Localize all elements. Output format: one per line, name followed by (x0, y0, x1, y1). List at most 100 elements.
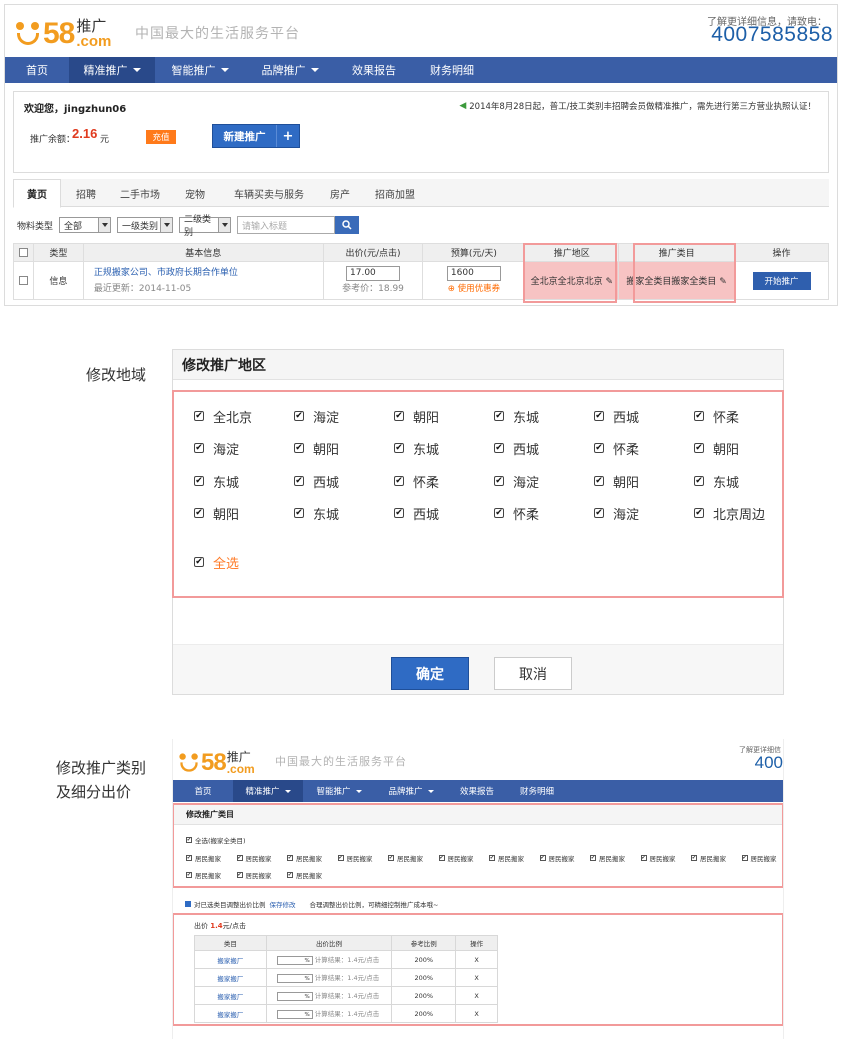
select-all-regions[interactable]: ✔ 全选 (194, 554, 239, 572)
nav-precise[interactable]: 精准推广 (69, 57, 155, 83)
nav-home[interactable]: 首页 (5, 57, 69, 83)
category-link[interactable]: 搬家搬厂 (194, 1004, 267, 1023)
region-checkbox[interactable]: ✔ 东城 (294, 505, 339, 523)
region-checkbox[interactable]: ✔ 东城 (194, 473, 239, 491)
bid-input[interactable]: 17.00 (346, 265, 400, 281)
nav-report[interactable]: 效果报告 (335, 57, 413, 83)
category-checkbox[interactable]: ✔ 居民搬家 (337, 853, 373, 863)
region-checkbox[interactable]: ✔ 朝阳 (694, 440, 739, 458)
recharge-button[interactable]: 充值 (146, 130, 176, 144)
search-button[interactable] (335, 216, 360, 234)
coupon-link[interactable]: ⊕ 使用优惠券 (423, 281, 524, 297)
category-checkbox[interactable]: ✔ 居民搬家 (236, 853, 272, 863)
region-checkbox[interactable]: ✔ 西城 (294, 473, 339, 491)
region-checkbox[interactable]: ✔ 海淀 (294, 408, 339, 426)
nav-finance[interactable]: 财务明细 (507, 780, 567, 802)
delete-x-icon[interactable]: X (455, 968, 498, 987)
category-checkbox[interactable]: ✔ 居民搬家 (438, 853, 474, 863)
tab-realestate[interactable]: 房产 (317, 179, 363, 207)
region-checkbox[interactable]: ✔ 西城 (494, 440, 539, 458)
category-checkbox[interactable]: ✔ 居民搬家 (388, 853, 423, 863)
chevron-down-icon (284, 789, 291, 793)
region-checkbox[interactable]: ✔ 朝阳 (594, 473, 639, 491)
category-checkbox[interactable]: ✔ 居民搬家 (741, 853, 777, 863)
nav-finance[interactable]: 财务明细 (413, 57, 491, 83)
select-all-checkbox[interactable] (18, 247, 28, 257)
region-checkbox[interactable]: ✔ 东城 (494, 408, 539, 426)
region-checkbox[interactable]: ✔ 朝阳 (394, 408, 439, 426)
category-link[interactable]: 搬家搬厂 (194, 968, 267, 987)
new-promo-button[interactable]: 新建推广 + (212, 124, 300, 148)
category-checkbox[interactable]: ✔ 居民搬家 (489, 853, 524, 863)
cat2-select[interactable]: 二级类别 (179, 215, 232, 238)
nav-home[interactable]: 首页 (173, 780, 233, 802)
category-checkbox[interactable]: ✔ 居民搬家 (539, 853, 575, 863)
category-checkbox[interactable]: ✔ 居民搬家 (287, 870, 322, 880)
region-checkbox[interactable]: ✔ 北京周边 (694, 505, 765, 523)
category-checkbox[interactable]: ✔ 居民搬家 (186, 870, 221, 880)
chevron-down-icon (355, 789, 362, 793)
ratio-input[interactable]: % (276, 991, 313, 1001)
cancel-button[interactable]: 取消 (494, 657, 572, 690)
filter-label: 物料类型 (17, 221, 54, 232)
nav-brand[interactable]: 品牌推广 (245, 57, 335, 83)
cat1-select[interactable]: 一级类别 (117, 217, 174, 233)
category-checkbox[interactable]: ✔ 居民搬家 (236, 870, 272, 880)
nav-report[interactable]: 效果报告 (447, 780, 507, 802)
checkbox-checked-icon[interactable] (185, 901, 191, 907)
region-checkbox[interactable]: ✔ 东城 (394, 440, 439, 458)
category-tabs: 黄页 招聘 二手市场 宠物 车辆买卖与服务 房产 招商加盟 (13, 179, 829, 208)
tab-vehicles[interactable]: 车辆买卖与服务 (221, 179, 317, 207)
category-checkbox[interactable]: ✔ 居民搬家 (691, 853, 726, 863)
delete-x-icon[interactable]: X (455, 950, 498, 969)
ratio-input[interactable]: % (276, 973, 313, 983)
start-promo-button[interactable]: 开始推广 (752, 271, 811, 290)
category-checkbox[interactable]: ✔ 居民搬家 (590, 853, 625, 863)
nav-precise[interactable]: 精准推广 (233, 780, 303, 802)
type-select[interactable]: 全部 (59, 217, 112, 233)
tab-jobs[interactable]: 招聘 (61, 179, 111, 207)
region-checkbox[interactable]: ✔ 西城 (594, 408, 639, 426)
region-checkbox[interactable]: ✔ 海淀 (194, 440, 239, 458)
tab-pets[interactable]: 宠物 (169, 179, 221, 207)
region-checkbox[interactable]: ✔ 海淀 (594, 505, 639, 523)
region-checkbox[interactable]: ✔ 怀柔 (494, 505, 539, 523)
region-checkbox[interactable]: ✔ 东城 (694, 473, 739, 491)
ratio-input[interactable]: % (276, 955, 313, 965)
delete-x-icon[interactable]: X (455, 986, 498, 1005)
region-checkbox[interactable]: ✔ 朝阳 (294, 440, 339, 458)
site-logo[interactable]: 58 推广 .com (13, 15, 111, 49)
checkbox-checked-icon: ✔ (494, 475, 504, 486)
ratio-input[interactable]: % (276, 1009, 313, 1019)
row-checkbox[interactable] (18, 275, 28, 285)
checkbox-checked-icon: ✔ (236, 855, 243, 861)
category-link[interactable]: 搬家搬厂 (194, 950, 267, 969)
region-checkbox[interactable]: ✔ 朝阳 (194, 505, 239, 523)
checkbox-checked-icon: ✔ (494, 507, 504, 518)
row-title-link[interactable]: 正规搬家公司、市政府长期合作单位 (94, 265, 323, 281)
tab-franchise[interactable]: 招商加盟 (363, 179, 427, 207)
nav-smart[interactable]: 智能推广 (155, 57, 245, 83)
region-checkbox[interactable]: ✔ 怀柔 (594, 440, 639, 458)
category-checkbox[interactable]: ✔ 居民搬家 (186, 853, 221, 863)
region-checkbox[interactable]: ✔ 西城 (394, 505, 439, 523)
nav-smart[interactable]: 智能推广 (303, 780, 375, 802)
region-dialog-title: 修改推广地区 (173, 350, 783, 380)
region-checkbox[interactable]: ✔ 怀柔 (694, 408, 739, 426)
select-all-categories[interactable]: ✔ 全选(搬家全类目) (186, 835, 246, 845)
tab-secondhand[interactable]: 二手市场 (111, 179, 169, 207)
budget-input[interactable]: 1600 (446, 265, 501, 281)
nav-brand[interactable]: 品牌推广 (375, 780, 447, 802)
save-changes-link[interactable]: 保存修改 (270, 899, 296, 909)
region-checkbox[interactable]: ✔ 全北京 (194, 408, 252, 426)
category-link[interactable]: 搬家搬厂 (194, 986, 267, 1005)
region-checkbox[interactable]: ✔ 怀柔 (394, 473, 439, 491)
delete-x-icon[interactable]: X (455, 1004, 498, 1023)
balance-unit: 元 (100, 135, 110, 145)
tab-yellowpages[interactable]: 黄页 (13, 179, 61, 208)
region-checkbox[interactable]: ✔ 海淀 (494, 473, 539, 491)
category-checkbox[interactable]: ✔ 居民搬家 (640, 853, 676, 863)
search-input[interactable]: 请输入标题 (237, 216, 336, 234)
confirm-button[interactable]: 确定 (391, 657, 469, 690)
category-checkbox[interactable]: ✔ 居民搬家 (287, 853, 322, 863)
